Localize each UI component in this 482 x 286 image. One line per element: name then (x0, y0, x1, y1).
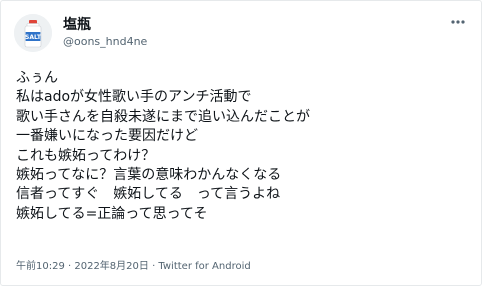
more-dots-icon (451, 20, 465, 24)
salt-shaker-icon: SALT (14, 14, 52, 52)
avatar[interactable]: SALT (14, 14, 52, 52)
tweet-text-line: 嫉妬ってなに？言葉の意味わかんなくなる (16, 166, 282, 183)
tweet-text-line: これも嫉妬ってわけ？ (16, 147, 156, 164)
author-handle[interactable]: @oons_hnd4ne (63, 35, 147, 49)
tweet-text-line: 歌い手さんを自殺未遂にまで追い込んだことが (16, 108, 310, 125)
author-name[interactable]: 塩瓶 (63, 16, 91, 34)
avatar-label: SALT (25, 34, 42, 41)
more-options-button[interactable] (447, 14, 469, 30)
tweet-card: SALT 塩瓶 @oons_hnd4ne ふぅん 私はadoが女性歌い手のアンチ… (0, 0, 482, 286)
tweet-text-line: 一番嫌いになった要因だけど (16, 128, 198, 145)
tweet-text: ふぅん 私はadoが女性歌い手のアンチ活動で 歌い手さんを自殺未遂にまで追い込ん… (16, 69, 471, 224)
tweet-text-line: 嫉妬してる=正論って思ってそ (16, 205, 208, 222)
tweet-text-line: 私はadoが女性歌い手のアンチ活動で (16, 89, 252, 106)
tweet-timestamp[interactable]: 午前10:29 · 2022年8月20日 · Twitter for Andro… (16, 260, 251, 274)
tweet-text-line: 信者ってすぐ 嫉妬してる って言うよね (16, 186, 281, 203)
tweet-text-line: ふぅん (16, 70, 58, 86)
